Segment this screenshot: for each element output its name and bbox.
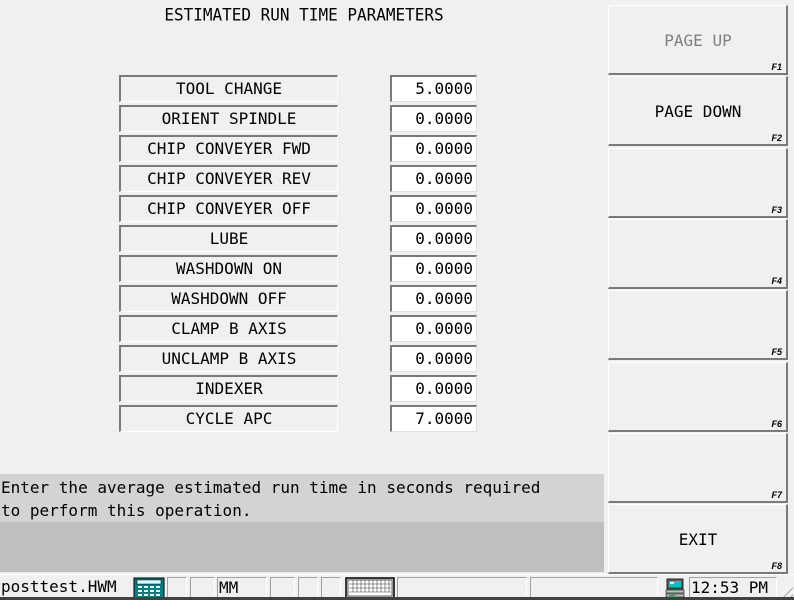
function-key-label: EXIT: [678, 530, 718, 550]
function-key-number: F3: [771, 204, 782, 215]
parameter-value-input[interactable]: 0.0000: [390, 225, 477, 252]
parameter-value-input[interactable]: 0.0000: [390, 375, 477, 402]
parameter-label: CHIP CONVEYER FWD: [119, 135, 338, 162]
parameter-label: CHIP CONVEYER REV: [119, 165, 338, 192]
parameter-row: CHIP CONVEYER FWD 0.0000: [119, 135, 479, 162]
parameter-row: WASHDOWN ON 0.0000: [119, 255, 479, 282]
keyboard-icon[interactable]: [345, 577, 395, 598]
parameter-label: WASHDOWN OFF: [119, 285, 338, 312]
function-key-number: F2: [771, 133, 782, 144]
function-key-f6[interactable]: F6: [608, 361, 788, 432]
parameter-row: LUBE 0.0000: [119, 225, 479, 252]
function-key-number: F5: [771, 347, 782, 358]
page-title: ESTIMATED RUN TIME PARAMETERS: [164, 4, 444, 25]
function-key-f7[interactable]: F7: [608, 432, 788, 503]
parameter-row: INDEXER 0.0000: [119, 375, 479, 402]
function-key-number: F8: [771, 561, 782, 572]
parameter-value-input[interactable]: 0.0000: [390, 345, 477, 372]
parameter-row: TOOL CHANGE 5.0000: [119, 75, 479, 102]
parameter-value-input[interactable]: 0.0000: [390, 105, 477, 132]
help-area: Enter the average estimated run time in …: [0, 474, 604, 572]
parameter-row: UNCLAMP B AXIS 0.0000: [119, 345, 479, 372]
parameter-label: WASHDOWN ON: [119, 255, 338, 282]
computer-icon: [664, 577, 688, 598]
parameter-label: LUBE: [119, 225, 338, 252]
status-cell-empty: [397, 577, 527, 598]
parameter-row: CHIP CONVEYER REV 0.0000: [119, 165, 479, 192]
parameter-value-input[interactable]: 0.0000: [390, 315, 477, 342]
parameter-label: CHIP CONVEYER OFF: [119, 195, 338, 222]
function-key-f3[interactable]: F3: [608, 147, 788, 218]
parameter-row: ORIENT SPINDLE 0.0000: [119, 105, 479, 132]
function-key-panel: PAGE UP F1 PAGE DOWN F2 F3 F4 F5 F6 F7 EXIT F8: [608, 5, 788, 575]
calculator-icon[interactable]: [133, 577, 165, 598]
function-key-label: PAGE DOWN: [654, 102, 742, 122]
parameter-row: CLAMP B AXIS 0.0000: [119, 315, 479, 342]
function-key-f2[interactable]: PAGE DOWN F2: [608, 76, 788, 147]
status-filename: posttest.HWM: [1, 577, 117, 596]
status-clock: 12:53 PM: [689, 577, 777, 598]
resize-grip[interactable]: [779, 583, 793, 597]
status-units: MM: [217, 577, 267, 598]
parameter-value-input[interactable]: 0.0000: [390, 255, 477, 282]
parameter-label: TOOL CHANGE: [119, 75, 338, 102]
status-cell-empty: [321, 577, 341, 598]
parameter-label: CLAMP B AXIS: [119, 315, 338, 342]
function-key-number: F1: [771, 62, 782, 72]
parameter-row: WASHDOWN OFF 0.0000: [119, 285, 479, 312]
status-cell-empty: [270, 577, 295, 598]
parameter-value-input[interactable]: 0.0000: [390, 135, 477, 162]
function-key-label: PAGE UP: [664, 31, 732, 50]
parameter-value-input[interactable]: 0.0000: [390, 165, 477, 192]
function-key-f1[interactable]: PAGE UP F1: [608, 5, 788, 75]
parameter-value-input[interactable]: 0.0000: [390, 285, 477, 312]
parameter-value-input[interactable]: 5.0000: [390, 75, 477, 102]
parameter-value-input[interactable]: 7.0000: [390, 405, 477, 432]
parameter-value-input[interactable]: 0.0000: [390, 195, 477, 222]
function-key-f5[interactable]: F5: [608, 290, 788, 361]
parameter-label: CYCLE APC: [119, 405, 338, 432]
status-cell-empty: [190, 577, 215, 598]
parameter-row: CYCLE APC 7.0000: [119, 405, 479, 432]
status-cell-empty: [167, 577, 187, 598]
parameter-label: ORIENT SPINDLE: [119, 105, 338, 132]
function-key-number: F6: [771, 418, 782, 429]
status-cell-empty: [530, 577, 658, 598]
parameter-label: UNCLAMP B AXIS: [119, 345, 338, 372]
function-key-f4[interactable]: F4: [608, 218, 788, 289]
function-key-number: F7: [771, 489, 782, 500]
parameter-row: CHIP CONVEYER OFF 0.0000: [119, 195, 479, 222]
parameter-label: INDEXER: [119, 375, 338, 402]
function-key-number: F4: [771, 275, 782, 286]
help-text: Enter the average estimated run time in …: [0, 474, 604, 522]
status-cell-empty: [298, 577, 318, 598]
function-key-f8[interactable]: EXIT F8: [608, 504, 788, 575]
